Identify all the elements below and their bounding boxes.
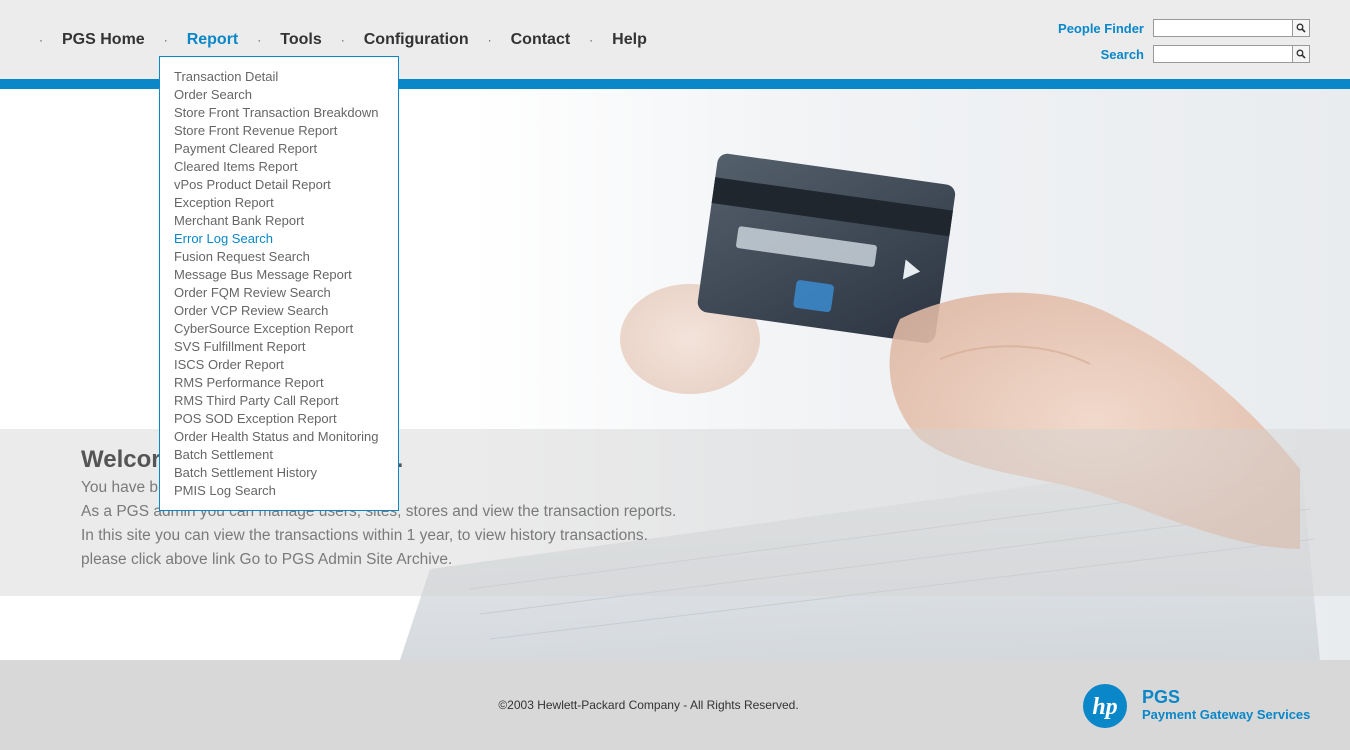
menu-item-rms-performance-report[interactable]: RMS Performance Report <box>160 374 398 392</box>
search-row: Search <box>1058 42 1310 66</box>
nav-item-configuration[interactable]: Configuration <box>364 31 469 49</box>
welcome-line: please click above link Go to PGS Admin … <box>81 551 453 568</box>
menu-item-order-health-status-and-monitoring[interactable]: Order Health Status and Monitoring <box>160 428 398 446</box>
nav-separator: · <box>39 33 43 47</box>
menu-item-svs-fulfillment-report[interactable]: SVS Fulfillment Report <box>160 338 398 356</box>
menu-item-order-vcp-review-search[interactable]: Order VCP Review Search <box>160 302 398 320</box>
menu-item-exception-report[interactable]: Exception Report <box>160 194 398 212</box>
hp-logo: hp <box>1082 683 1128 734</box>
menu-item-cybersource-exception-report[interactable]: CyberSource Exception Report <box>160 320 398 338</box>
welcome-line: In this site you can view the transactio… <box>81 527 648 544</box>
hp-logo-icon: hp <box>1083 684 1127 728</box>
menu-item-store-front-transaction-breakdown[interactable]: Store Front Transaction Breakdown <box>160 104 398 122</box>
menu-item-error-log-search[interactable]: Error Log Search <box>160 230 398 248</box>
menu-item-fusion-request-search[interactable]: Fusion Request Search <box>160 248 398 266</box>
nav-item-contact[interactable]: Contact <box>511 31 571 49</box>
people-finder-search-button[interactable] <box>1293 19 1310 37</box>
search-icon <box>1296 23 1306 33</box>
brand-subtitle: Payment Gateway Services <box>1142 707 1311 722</box>
people-finder-input[interactable] <box>1153 19 1293 37</box>
menu-item-order-fqm-review-search[interactable]: Order FQM Review Search <box>160 284 398 302</box>
people-finder-row: People Finder <box>1058 16 1310 40</box>
nav-item-help[interactable]: Help <box>612 31 647 49</box>
welcome-line: You have b <box>81 479 159 496</box>
report-dropdown-menu: Transaction Detail Order Search Store Fr… <box>159 56 399 511</box>
brand-title: PGS <box>1142 687 1181 707</box>
menu-item-batch-settlement-history[interactable]: Batch Settlement History <box>160 464 398 482</box>
menu-item-order-search[interactable]: Order Search <box>160 86 398 104</box>
nav-item-pgs-home[interactable]: PGS Home <box>62 31 145 49</box>
menu-item-store-front-revenue-report[interactable]: Store Front Revenue Report <box>160 122 398 140</box>
menu-item-pos-sod-exception-report[interactable]: POS SOD Exception Report <box>160 410 398 428</box>
nav-item-tools[interactable]: Tools <box>280 31 321 49</box>
menu-item-message-bus-message-report[interactable]: Message Bus Message Report <box>160 266 398 284</box>
menu-item-batch-settlement[interactable]: Batch Settlement <box>160 446 398 464</box>
main-nav: · PGS Home · Report · Tools · Configurat… <box>32 28 659 52</box>
search-label: Search <box>1100 46 1144 62</box>
menu-item-iscs-order-report[interactable]: ISCS Order Report <box>160 356 398 374</box>
menu-item-pmis-log-search[interactable]: PMIS Log Search <box>160 482 398 500</box>
hp-logo-text: hp <box>1092 694 1117 720</box>
nav-separator: · <box>257 33 262 47</box>
welcome-title-text: Welcor <box>81 446 161 473</box>
menu-item-payment-cleared-report[interactable]: Payment Cleared Report <box>160 140 398 158</box>
people-finder-label: People Finder <box>1058 20 1144 36</box>
menu-item-rms-third-party-call-report[interactable]: RMS Third Party Call Report <box>160 392 398 410</box>
nav-separator: · <box>340 33 345 47</box>
finder-panel: People Finder Search <box>1058 16 1310 68</box>
nav-item-report[interactable]: Report <box>187 31 239 49</box>
search-button[interactable] <box>1293 45 1310 63</box>
menu-item-merchant-bank-report[interactable]: Merchant Bank Report <box>160 212 398 230</box>
menu-item-vpos-product-detail-report[interactable]: vPos Product Detail Report <box>160 176 398 194</box>
nav-separator: · <box>163 33 168 47</box>
search-input[interactable] <box>1153 45 1293 63</box>
nav-separator: · <box>589 33 594 47</box>
nav-separator: · <box>487 33 492 47</box>
menu-item-transaction-detail[interactable]: Transaction Detail <box>160 68 398 86</box>
search-icon <box>1296 49 1306 59</box>
menu-item-cleared-items-report[interactable]: Cleared Items Report <box>160 158 398 176</box>
